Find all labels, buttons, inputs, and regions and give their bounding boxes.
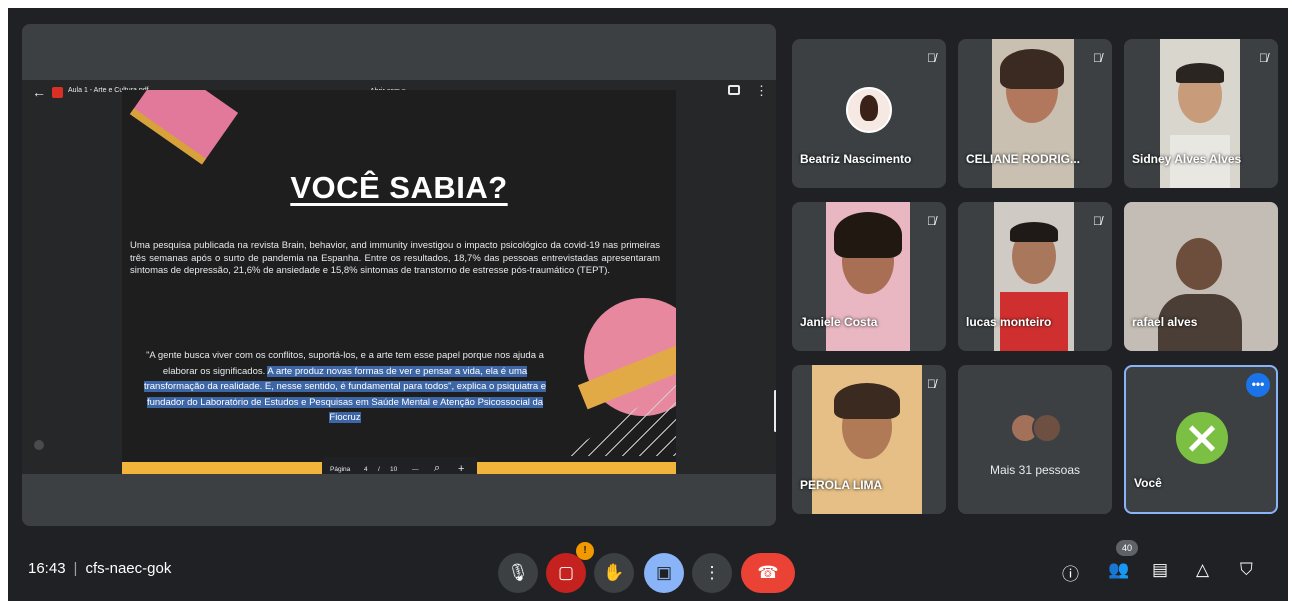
participant-name: Beatriz Nascimento [800,152,912,166]
participants-count-badge: 40 [1116,540,1138,556]
profile-logo-icon [1176,412,1228,464]
end-call-button[interactable]: ☎ [741,553,795,593]
separator: | [73,560,78,577]
people-icon[interactable]: 👥 [1108,560,1129,580]
print-icon[interactable] [728,85,740,95]
page-label: Página [330,466,351,473]
more-vert-icon: ⋮ [703,563,721,582]
slide-paragraph: Uma pesquisa publicada na revista Brain,… [130,240,660,276]
decorative-shape-top [129,90,239,165]
participant-name: lucas monteiro [966,315,1052,329]
participant-tile[interactable]: rafael alves [1124,202,1278,351]
more-participants-label: Mais 31 pessoas [989,463,1081,477]
camera-off-icon: ▢ [557,563,575,582]
chat-icon[interactable]: ▤ [1152,560,1168,580]
participant-avatars [1010,413,1062,443]
participant-tile[interactable]: 🎙̸ Sidney Alves Alves [1124,39,1278,188]
raise-hand-button[interactable]: ✋ [594,553,634,593]
slide-title: VOCÊ SABIA? [290,170,508,205]
slide-page: VOCÊ SABIA? Uma pesquisa publicada na re… [122,90,676,474]
participant-tile[interactable]: 🎙̸ PEROLA LIMA [792,365,946,514]
info-icon[interactable]: ⓘ [1062,560,1079,585]
host-controls-icon[interactable]: ⛉ [1240,560,1253,580]
participant-tile[interactable]: 🎙̸ Beatriz Nascimento [792,39,946,188]
phone-hangup-icon: ☎ [757,563,779,582]
participant-name: Janiele Costa [800,315,878,329]
presentation-stage: ← Aula 1 - Arte e Cultura.pdf Abrir com … [22,24,776,526]
page-total: 10 [390,466,398,473]
stage-bottom-area [22,474,776,526]
mic-off-icon: 🎙̸ [927,214,936,228]
meet-window: ← Aula 1 - Arte e Cultura.pdf Abrir com … [8,8,1288,601]
participant-tile[interactable]: 🎙̸ Janiele Costa [792,202,946,351]
more-options-icon[interactable]: ••• [1246,373,1270,397]
meeting-info: 16:43 | cfs-naec-gok [28,560,171,577]
self-tile[interactable]: ••• Você [1124,365,1278,514]
participant-name: PEROLA LIMA [800,478,883,492]
pdf-file-icon [52,87,63,98]
participant-name: rafael alves [1132,315,1198,329]
page-current-input[interactable]: 4 [364,466,368,473]
viewer-more-icon[interactable]: ⋮ [755,83,768,99]
present-screen-icon: ▣ [655,563,673,582]
mic-off-icon: 🎙̸ [927,51,936,65]
avatar [846,87,892,133]
vertical-scrollbar[interactable] [774,390,776,432]
zoom-out-button[interactable]: — [412,466,419,473]
participant-hair [834,212,902,258]
back-arrow-icon[interactable]: ← [32,84,46,100]
clock-time: 16:43 [28,560,66,577]
scroll-handle-icon[interactable] [34,440,44,450]
mic-icon: 🎙 [507,563,529,582]
activities-icon[interactable]: △ [1196,560,1209,580]
participant-name: Você [1134,476,1162,490]
participant-tile[interactable]: 🎙̸ CELIANE RODRIG... [958,39,1112,188]
participant-hair [834,383,900,419]
mic-off-icon: 🎙̸ [1093,51,1102,65]
mic-off-icon: 🎙̸ [927,377,936,391]
present-button[interactable]: ▣ [644,553,684,593]
mic-off-icon: 🎙̸ [1259,51,1268,65]
meeting-code: cfs-naec-gok [85,560,172,577]
participant-hair [1000,49,1064,89]
participant-face [1176,238,1222,290]
stage-top-area [22,24,776,80]
page-separator: / [378,466,380,473]
avatar [1032,413,1062,443]
more-participants-tile[interactable]: Mais 31 pessoas [958,365,1112,514]
participant-name: Sidney Alves Alves [1132,152,1242,166]
mic-off-icon: 🎙̸ [1093,214,1102,228]
mic-button[interactable]: 🎙 [498,553,538,593]
hand-icon: ✋ [603,563,625,582]
slide-quote: "A gente busca viver com os conflitos, s… [136,348,554,426]
participant-hair [1010,222,1058,242]
participant-hair [1176,63,1224,83]
participant-name: CELIANE RODRIG... [966,152,1081,166]
pdf-viewer[interactable]: ← Aula 1 - Arte e Cultura.pdf Abrir com … [22,80,776,483]
more-options-button[interactable]: ⋮ [692,553,732,593]
camera-warning-badge: ! [576,542,594,560]
participant-tile[interactable]: 🎙̸ lucas monteiro [958,202,1112,351]
